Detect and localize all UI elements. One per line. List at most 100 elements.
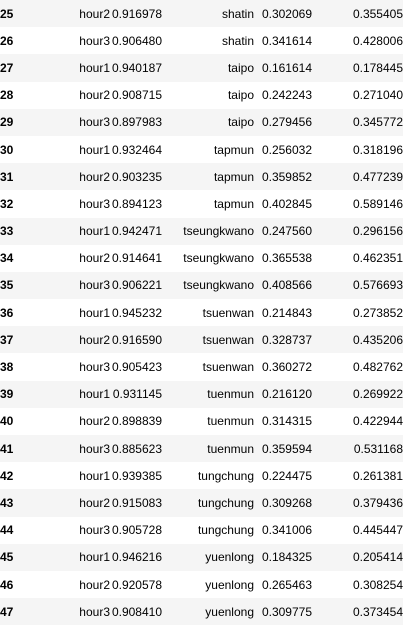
cell-value-b: 0.355405 <box>352 6 403 21</box>
table-row: 31 hour2 0.903235 tapmun 0.359852 0.477239 <box>0 163 403 191</box>
cell-score: 0.915083 <box>111 495 162 510</box>
row-index: 25 <box>0 6 14 21</box>
cell-score: 0.939385 <box>111 468 162 483</box>
cell-station: tungchung <box>197 468 254 483</box>
cell-station: tsuenwan <box>202 305 254 320</box>
table-row: 47 hour3 0.908410 yuenlong 0.309775 0.373454 <box>0 598 403 625</box>
cell-value-a: 0.402845 <box>261 196 312 211</box>
cell-value-a: 0.214843 <box>261 305 312 320</box>
cell-value-b: 0.477239 <box>352 169 403 184</box>
cell-hour: hour3 <box>79 360 110 375</box>
table-row: 32 hour3 0.894123 tapmun 0.402845 0.589146 <box>0 190 403 218</box>
cell-station: tseungkwano <box>183 278 254 293</box>
row-index: 45 <box>0 550 14 565</box>
row-index: 35 <box>0 278 14 293</box>
cell-hour: hour1 <box>79 387 110 402</box>
cell-value-b: 0.296156 <box>352 224 403 239</box>
cell-value-a: 0.359594 <box>261 441 312 456</box>
row-index: 28 <box>0 88 14 103</box>
row-index: 34 <box>0 251 14 266</box>
row-index: 26 <box>0 33 14 48</box>
table-row: 28 hour2 0.908715 taipo 0.242243 0.271040 <box>0 81 403 109</box>
dataframe-body: 25 hour2 0.916978 shatin 0.302069 0.355405 26 h… <box>0 0 403 625</box>
table-row: 38 hour3 0.905423 tsuenwan 0.360272 0.482762 <box>0 353 403 381</box>
table-row: 25 hour2 0.916978 shatin 0.302069 0.355405 <box>0 0 403 28</box>
cell-score: 0.906480 <box>111 33 162 48</box>
cell-value-b: 0.373454 <box>352 604 403 619</box>
cell-value-a: 0.309775 <box>261 604 312 619</box>
row-index: 37 <box>0 332 14 347</box>
cell-hour: hour3 <box>79 523 110 538</box>
row-index: 43 <box>0 495 14 510</box>
cell-score: 0.914641 <box>111 251 162 266</box>
row-index: 36 <box>0 305 14 320</box>
cell-station: tapmun <box>213 196 254 211</box>
cell-station: tungchung <box>197 523 254 538</box>
cell-score: 0.906221 <box>111 278 162 293</box>
cell-hour: hour3 <box>79 441 110 456</box>
cell-value-a: 0.314315 <box>261 414 312 429</box>
cell-value-b: 0.462351 <box>352 251 403 266</box>
table-row: 34 hour2 0.914641 tseungkwano 0.365538 0.4623… <box>0 244 403 272</box>
cell-value-a: 0.279456 <box>261 115 312 130</box>
cell-value-a: 0.365538 <box>261 251 312 266</box>
cell-hour: hour1 <box>79 224 110 239</box>
cell-hour: hour2 <box>79 577 110 592</box>
cell-value-b: 0.205414 <box>352 550 403 565</box>
cell-hour: hour3 <box>79 33 110 48</box>
cell-value-b: 0.273852 <box>352 305 403 320</box>
cell-station: tseungkwano <box>183 224 254 239</box>
cell-score: 0.940187 <box>111 60 162 75</box>
row-index: 46 <box>0 577 14 592</box>
cell-station: shatin <box>221 33 254 48</box>
table-row: 30 hour1 0.932464 tapmun 0.256032 0.318196 <box>0 135 403 164</box>
cell-station: taipo <box>227 88 254 103</box>
row-index: 29 <box>0 115 14 130</box>
cell-hour: hour1 <box>79 142 110 157</box>
cell-value-b: 0.178445 <box>352 60 403 75</box>
cell-value-b: 0.379436 <box>352 495 403 510</box>
cell-score: 0.916978 <box>111 6 162 21</box>
cell-station: tapmun <box>213 169 254 184</box>
table-row: 45 hour1 0.946216 yuenlong 0.184325 0.205414 <box>0 543 403 571</box>
cell-station: shatin <box>221 6 254 21</box>
cell-station: tuenmun <box>207 441 254 456</box>
cell-score: 0.920578 <box>111 577 162 592</box>
cell-station: tapmun <box>213 142 254 157</box>
cell-value-a: 0.341006 <box>261 523 312 538</box>
cell-value-a: 0.216120 <box>261 387 312 402</box>
table-row: 39 hour1 0.931145 tuenmun 0.216120 0.269922 <box>0 380 403 408</box>
table-row: 46 hour2 0.920578 yuenlong 0.265463 0.308254 <box>0 570 403 599</box>
row-index: 31 <box>0 169 14 184</box>
cell-station: yuenlong <box>205 577 254 592</box>
cell-score: 0.908715 <box>111 88 162 103</box>
cell-hour: hour2 <box>79 169 110 184</box>
table-row: 37 hour2 0.916590 tsuenwan 0.328737 0.435206 <box>0 326 403 354</box>
cell-hour: hour3 <box>79 278 110 293</box>
cell-score: 0.897983 <box>111 115 162 130</box>
cell-score: 0.905728 <box>111 523 162 538</box>
cell-value-b: 0.531168 <box>353 441 403 456</box>
cell-value-a: 0.360272 <box>261 360 312 375</box>
cell-hour: hour1 <box>79 305 110 320</box>
cell-hour: hour2 <box>79 414 110 429</box>
cell-value-b: 0.269922 <box>352 387 403 402</box>
table-row: 41 hour3 0.885623 tuenmun 0.359594 0.531168 <box>0 435 403 463</box>
table-row: 27 hour1 0.940187 taipo 0.161614 0.178445 <box>0 54 403 82</box>
table-row: 40 hour2 0.898839 tuenmun 0.314315 0.422944 <box>0 407 403 435</box>
table-row: 33 hour1 0.942471 tseungkwano 0.247560 0.2961… <box>0 217 403 245</box>
cell-score: 0.898839 <box>111 414 162 429</box>
cell-station: tseungkwano <box>183 251 254 266</box>
cell-value-b: 0.422944 <box>352 414 403 429</box>
cell-value-a: 0.265463 <box>261 577 312 592</box>
cell-value-b: 0.308254 <box>352 577 403 592</box>
cell-station: yuenlong <box>205 550 254 565</box>
cell-value-a: 0.184325 <box>261 550 312 565</box>
cell-value-b: 0.576693 <box>352 278 403 293</box>
row-index: 47 <box>0 604 14 619</box>
row-index: 32 <box>0 196 14 211</box>
cell-hour: hour2 <box>79 88 110 103</box>
row-index: 40 <box>0 414 14 429</box>
cell-value-b: 0.271040 <box>352 88 403 103</box>
cell-station: tungchung <box>197 495 254 510</box>
